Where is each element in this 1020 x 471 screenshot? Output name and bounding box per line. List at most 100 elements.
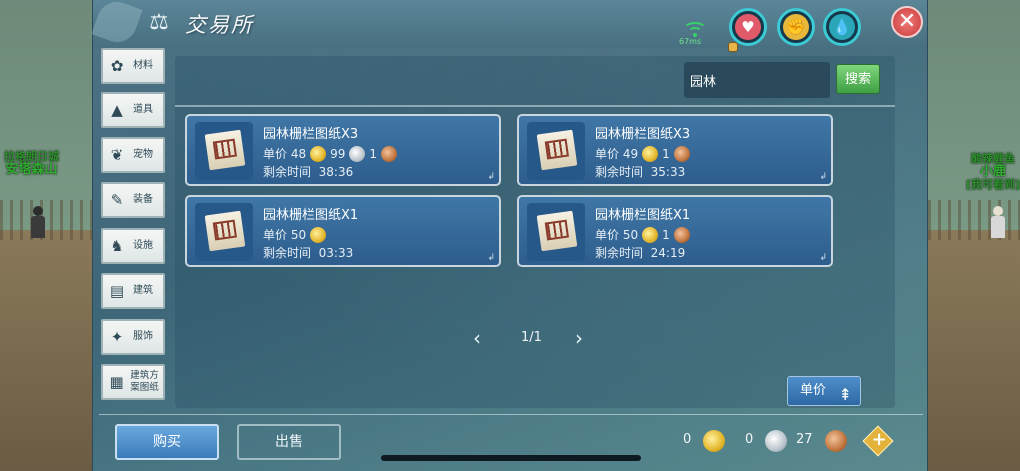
time-remaining: 35:33	[650, 165, 686, 179]
home-indicator[interactable]	[381, 455, 641, 461]
world-name-right-sub: [我可看到]	[966, 178, 1020, 191]
sidebar-item-label: 材料	[133, 60, 153, 71]
clothing-icon: ✦	[110, 328, 124, 346]
equipment-icon: ✎	[110, 191, 124, 209]
blueprint-scroll-icon	[536, 210, 578, 252]
panel-header: ⚖ 交易所 67ms ♥ ✊ 💧 ✕	[91, 0, 927, 52]
item-name: 园林栅栏图纸X3	[595, 127, 691, 142]
props-icon: ▲	[111, 101, 123, 119]
sidebar-item-label: 服饰	[133, 331, 153, 342]
time-remaining: 24:19	[650, 246, 686, 260]
price-row: 单价 50 1	[595, 226, 694, 243]
sidebar-item-materials[interactable]: ✿ 材料	[101, 48, 165, 84]
leaf-decoration	[91, 0, 143, 48]
corner-icon: ↲	[819, 172, 827, 182]
sidebar-item-props[interactable]: ▲ 道具	[101, 92, 165, 128]
fence-left	[0, 200, 92, 240]
heart-icon: ♥	[735, 14, 761, 40]
health-stat[interactable]: ♥	[729, 8, 767, 46]
item-thumbnail	[527, 122, 585, 180]
blueprint-icon: ▦	[109, 373, 124, 391]
wallet-silver: 0	[745, 432, 754, 447]
price-gold: 49	[622, 146, 639, 161]
prev-page-button[interactable]: ‹	[473, 326, 481, 350]
arm-icon: ✊	[783, 14, 809, 40]
sidebar-item-label: 建筑	[133, 285, 153, 296]
price-gold: 50	[290, 227, 307, 242]
world-name-right: 酸辣鲤鱼 小鹿 [我可看到]	[966, 152, 1020, 191]
item-name: 园林栅栏图纸X1	[595, 208, 691, 223]
search-input[interactable]: 园林	[684, 62, 830, 98]
copper-coin-icon	[673, 226, 690, 243]
wallet-copper: 27	[796, 432, 813, 447]
time-label: 剩余时间	[595, 246, 644, 260]
price-row: 单价 49 1	[595, 145, 694, 162]
sort-by-price-button[interactable]: 单价 ⇞	[787, 376, 861, 406]
blueprint-scroll-icon	[536, 129, 578, 171]
item-thumbnail	[195, 203, 253, 261]
npc-left	[30, 206, 46, 238]
price-copper: 1	[369, 146, 378, 161]
copper-coin-icon	[381, 145, 398, 162]
next-page-button[interactable]: ›	[575, 326, 583, 350]
price-label: 单价	[263, 147, 288, 161]
tab-sell[interactable]: 出售	[237, 424, 341, 460]
npc-right	[990, 206, 1006, 238]
item-thumbnail	[195, 122, 253, 180]
sidebar-item-pets[interactable]: ❦ 宠物	[101, 137, 165, 173]
price-label: 单价	[595, 228, 620, 242]
price-row: 单价 48 99 1	[263, 145, 401, 162]
tab-buy[interactable]: 购买	[115, 424, 219, 460]
corner-icon: ↲	[487, 253, 495, 263]
gold-coin-icon	[642, 145, 659, 162]
page-indicator: 1/1	[521, 330, 542, 345]
sidebar-item-equipment[interactable]: ✎ 装备	[101, 182, 165, 218]
listing-card[interactable]: 园林栅栏图纸X1 单价 50 1 剩余时间 24:19 ↲	[517, 195, 833, 267]
gold-coin-icon	[703, 430, 725, 452]
time-remaining: 03:33	[318, 246, 354, 260]
sidebar-item-label: 宠物	[133, 149, 153, 160]
blueprint-scroll-icon	[204, 210, 246, 252]
time-row: 剩余时间 35:33	[595, 163, 685, 180]
time-row: 剩余时间 38:36	[263, 163, 353, 180]
gold-coin-icon	[310, 226, 327, 243]
time-label: 剩余时间	[595, 165, 644, 179]
search-button[interactable]: 搜索	[836, 64, 880, 94]
facility-icon: ♞	[110, 237, 124, 255]
close-button[interactable]: ✕	[891, 6, 923, 38]
price-copper: 1	[662, 146, 670, 161]
silver-coin-icon	[349, 145, 366, 162]
buff-badge-icon	[728, 42, 738, 52]
item-name: 园林栅栏图纸X1	[263, 208, 359, 223]
price-row: 单价 50	[263, 226, 330, 243]
sidebar-item-label: 设施	[133, 240, 153, 251]
materials-icon: ✿	[110, 57, 124, 75]
corner-icon: ↲	[487, 172, 495, 182]
sidebar-item-buildings[interactable]: ▤ 建筑	[101, 273, 165, 309]
sort-arrow-icon: ⇞	[838, 385, 852, 404]
price-gold: 48	[290, 146, 307, 161]
item-thumbnail	[527, 203, 585, 261]
sort-label: 单价	[800, 383, 827, 398]
water-stat[interactable]: 💧	[823, 8, 861, 46]
price-label: 单价	[595, 147, 620, 161]
corner-icon: ↲	[819, 253, 827, 263]
blueprint-scroll-icon	[204, 129, 246, 171]
strength-stat[interactable]: ✊	[777, 8, 815, 46]
time-label: 剩余时间	[263, 165, 312, 179]
listing-card[interactable]: 园林栅栏图纸X1 单价 50 剩余时间 03:33 ↲	[185, 195, 501, 267]
wallet-gold: 0	[683, 432, 692, 447]
pet-paw-icon: ❦	[110, 146, 124, 164]
sidebar-item-blueprints[interactable]: ▦ 建筑方案图纸	[101, 364, 165, 400]
listing-card[interactable]: 园林栅栏图纸X3 单价 49 1 剩余时间 35:33 ↲	[517, 114, 833, 186]
listing-card[interactable]: 园林栅栏图纸X3 单价 48 99 1 剩余时间 38:36 ↲	[185, 114, 501, 186]
divider	[175, 105, 895, 107]
sidebar-item-clothing[interactable]: ✦ 服饰	[101, 319, 165, 355]
chevron-right-icon: ›	[575, 326, 583, 350]
price-silver: 99	[330, 146, 346, 161]
sidebar-item-label: 道具	[133, 104, 153, 115]
time-remaining: 38:36	[318, 165, 354, 179]
fence-right	[928, 200, 1020, 240]
sidebar-item-facilities[interactable]: ♞ 设施	[101, 228, 165, 264]
sidebar-item-label: 建筑方案图纸	[130, 370, 159, 393]
